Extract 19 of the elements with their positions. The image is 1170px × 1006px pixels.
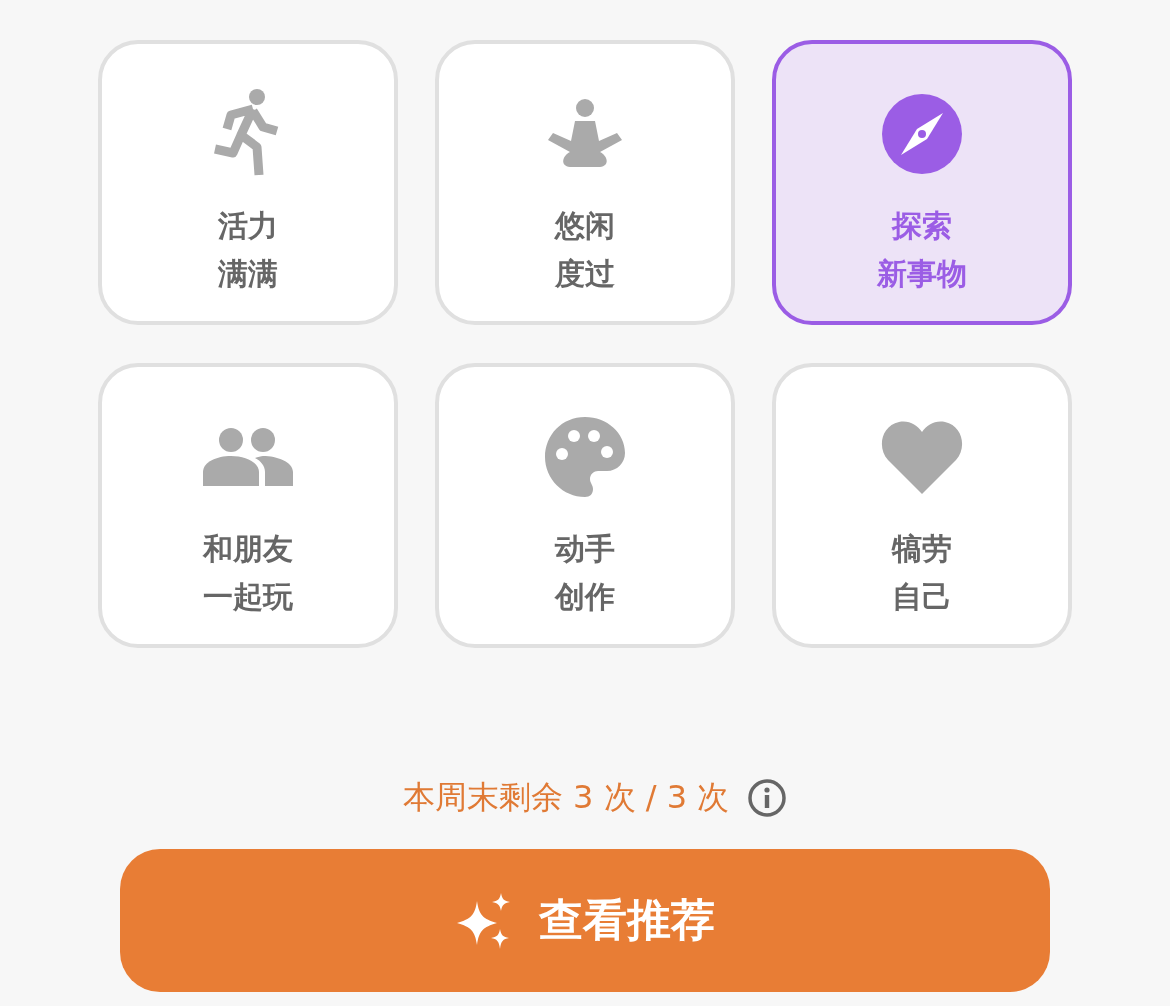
- info-icon[interactable]: [747, 778, 788, 818]
- mood-label: 和朋友 一起玩: [203, 530, 293, 616]
- mood-card[interactable]: 探索 新事物: [772, 40, 1072, 325]
- heart-icon: [881, 420, 963, 494]
- mood-label: 探索 新事物: [877, 207, 967, 293]
- mood-card[interactable]: 悠闲 度过: [435, 40, 735, 325]
- palette-icon: [544, 416, 626, 498]
- mood-label: 动手 创作: [555, 530, 615, 616]
- mood-card[interactable]: 犒劳 自己: [772, 363, 1072, 648]
- people-icon: [203, 428, 293, 486]
- quota-text: 本周末剩余 3 次 / 3 次: [402, 777, 730, 818]
- mood-card[interactable]: 动手 创作: [435, 363, 735, 648]
- mood-card[interactable]: 活力 满满: [98, 40, 398, 325]
- compass-icon: [881, 93, 963, 175]
- mood-label: 活力 满满: [218, 207, 278, 293]
- mood-card[interactable]: 和朋友 一起玩: [98, 363, 398, 648]
- mood-label: 悠闲 度过: [555, 207, 615, 293]
- meditating-person-icon: [547, 99, 623, 169]
- mood-label: 犒劳 自己: [892, 530, 952, 616]
